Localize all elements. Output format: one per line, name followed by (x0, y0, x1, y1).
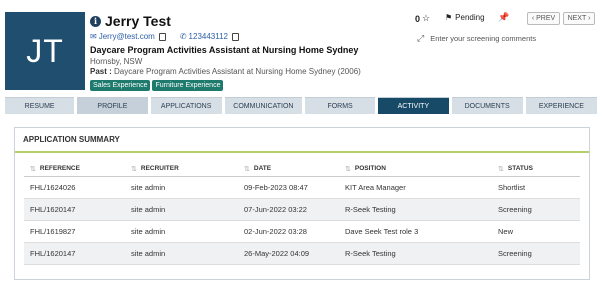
column-header-reference[interactable]: ⇅ REFERENCE (24, 165, 131, 173)
cell-position: R-Seek Testing (345, 249, 396, 258)
table-row[interactable]: FHL/1620147 site admin 07-Jun-2022 03:22… (24, 199, 580, 221)
tab-applications[interactable]: APPLICATIONS (150, 97, 222, 114)
info-icon[interactable]: i (90, 15, 101, 27)
table-row[interactable]: FHL/1624026 site admin 09-Feb-2023 08:47… (24, 177, 580, 199)
tab-communication[interactable]: COMMUNICATION (224, 97, 302, 114)
screening-placeholder[interactable]: Enter your screening comments (430, 34, 536, 43)
phone-icon: ✆ (179, 32, 187, 41)
cell-reference: FHL/1620147 (30, 205, 76, 214)
application-table: ⇅ REFERENCE ⇅ RECRUITER ⇅ DATE ⇅ POSITION ⇅ S… (24, 161, 580, 265)
prev-button[interactable]: ‹ PREV (527, 12, 560, 25)
tag[interactable]: Sales Experience (90, 80, 151, 91)
flag-icon: ⚑ (445, 13, 453, 22)
tab-activity[interactable]: ACTIVITY (378, 97, 449, 114)
sort-icon[interactable]: ⇅ (498, 165, 504, 173)
email-icon: ✉ (90, 32, 97, 41)
star-icon[interactable]: ☆ (422, 13, 430, 24)
contact-row: ✉ Jerry@test.com ✆ 123443112 (90, 32, 239, 41)
column-header-recruiter[interactable]: ⇅ RECRUITER (131, 165, 244, 173)
pin-icon[interactable]: 📌 (498, 12, 509, 23)
table-body: FHL/1624026 site admin 09-Feb-2023 08:47… (24, 177, 580, 265)
cell-status: Screening (498, 205, 532, 214)
copy-phone-icon[interactable] (232, 32, 239, 41)
tab-profile[interactable]: PROFILE (77, 97, 148, 114)
cell-date: 09-Feb-2023 08:47 (244, 183, 308, 192)
sort-icon[interactable]: ⇅ (30, 165, 36, 173)
cell-position: KIT Area Manager (345, 183, 406, 192)
avatar: JT (5, 12, 85, 90)
tab-documents[interactable]: DOCUMENTS (451, 97, 523, 114)
cell-recruiter: site admin (131, 205, 166, 214)
cell-recruiter: site admin (131, 183, 166, 192)
status-dropdown[interactable]: ⚑ Pending (445, 13, 485, 22)
cell-status: New (498, 227, 514, 236)
tab-bar: RESUME PROFILE APPLICATIONS COMMUNICATIO… (5, 97, 597, 114)
tag-list: Sales Experience Furniture Experience (90, 80, 224, 91)
cell-reference: FHL/1619827 (30, 227, 76, 236)
cell-date: 02-Jun-2022 03:28 (244, 227, 307, 236)
sort-icon[interactable]: ⇅ (244, 165, 250, 173)
panel-title: APPLICATION SUMMARY (15, 128, 589, 153)
rating-value: 0 (415, 13, 421, 24)
candidate-name-row: i Jerry Test (90, 13, 171, 29)
past-value: Daycare Program Activities Assistant at … (114, 67, 361, 76)
job-title: Daycare Program Activities Assistant at … (90, 45, 359, 55)
cell-date: 07-Jun-2022 03:22 (244, 205, 307, 214)
table-row[interactable]: FHL/1619827 site admin 02-Jun-2022 03:28… (24, 221, 580, 243)
column-header-status[interactable]: ⇅ STATUS (498, 165, 580, 173)
cell-reference: FHL/1620147 (30, 249, 76, 258)
cell-recruiter: site admin (131, 249, 166, 258)
copy-email-icon[interactable] (158, 32, 166, 41)
status-label: Pending (455, 13, 485, 22)
candidate-name: Jerry Test (105, 13, 171, 29)
cell-reference: FHL/1624026 (30, 183, 76, 192)
cell-position: R-Seek Testing (345, 205, 396, 214)
past-label: Past : (90, 67, 112, 76)
email-link[interactable]: Jerry@test.com (99, 32, 155, 41)
tab-forms[interactable]: FORMS (304, 97, 376, 114)
cell-status: Screening (498, 249, 532, 258)
phone-link[interactable]: 123443112 (189, 32, 228, 41)
tab-experience[interactable]: EXPERIENCE (525, 97, 597, 114)
past-position: Past : Daycare Program Activities Assist… (90, 67, 361, 76)
table-header: ⇅ REFERENCE ⇅ RECRUITER ⇅ DATE ⇅ POSITION ⇅ S… (24, 161, 580, 177)
cell-position: Dave Seek Test role 3 (345, 227, 419, 236)
tab-resume[interactable]: RESUME (5, 97, 75, 114)
sort-icon[interactable]: ⇅ (131, 165, 137, 173)
tag[interactable]: Furniture Experience (152, 80, 224, 91)
table-row[interactable]: FHL/1620147 site admin 26-May-2022 04:09… (24, 243, 580, 265)
rating[interactable]: 0 ☆ (415, 13, 430, 24)
screening-comments[interactable]: ⤢ Enter your screening comments (417, 33, 536, 44)
cell-recruiter: site admin (131, 227, 166, 236)
column-header-date[interactable]: ⇅ DATE (244, 165, 345, 173)
column-header-position[interactable]: ⇅ POSITION (345, 165, 498, 173)
sort-icon[interactable]: ⇅ (345, 165, 351, 173)
location: Hornsby, NSW (90, 57, 143, 66)
next-button[interactable]: NEXT › (563, 12, 595, 25)
cell-date: 26-May-2022 04:09 (244, 249, 310, 258)
expand-icon[interactable]: ⤢ (417, 33, 424, 44)
cell-status: Shortlist (498, 183, 526, 192)
